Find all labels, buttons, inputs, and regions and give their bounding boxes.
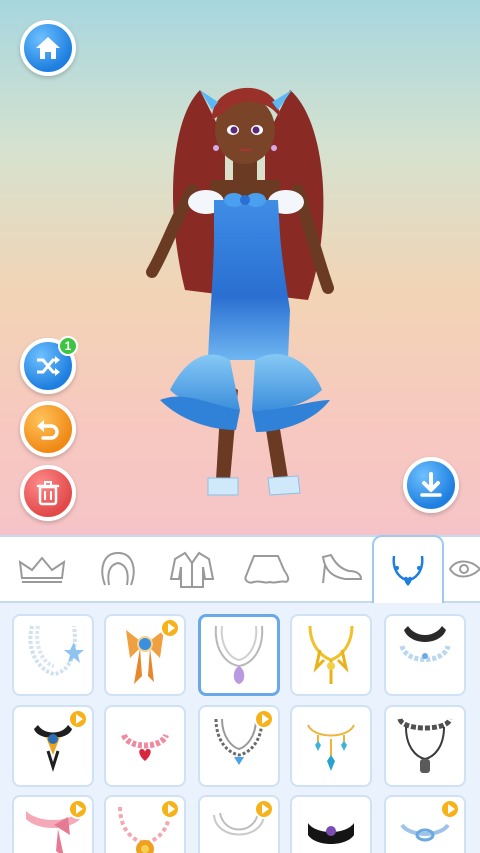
tab-skirts[interactable] [230, 537, 302, 601]
video-unlock-badge[interactable] [254, 799, 274, 819]
item-black-choker[interactable] [12, 705, 94, 787]
shuffle-button[interactable]: 1 [20, 336, 78, 394]
necklace-icon [392, 555, 424, 586]
video-unlock-badge[interactable] [68, 799, 88, 819]
tab-hair[interactable] [82, 537, 154, 601]
crown-icon [18, 556, 66, 583]
undo-button[interactable] [20, 401, 76, 457]
home-button[interactable] [20, 20, 76, 76]
tab-eyes[interactable] [446, 537, 480, 601]
item-gold-necklace[interactable] [290, 614, 372, 696]
item-dark-choker[interactable] [290, 795, 372, 853]
pearl-necklace-icon [28, 625, 84, 677]
delete-button[interactable] [20, 465, 76, 521]
video-unlock-badge[interactable] [440, 799, 460, 819]
item-silver-chain[interactable] [198, 705, 280, 787]
trash-icon [36, 481, 60, 506]
character-doll[interactable] [130, 60, 360, 510]
video-unlock-badge[interactable] [68, 709, 88, 729]
item-choker-pearl[interactable] [384, 614, 466, 696]
item-crystal-drop[interactable] [290, 705, 372, 787]
download-icon [420, 472, 442, 497]
heart-pendant-icon [121, 733, 169, 761]
item-pink-bow[interactable] [12, 795, 94, 853]
shoe-icon [321, 553, 363, 584]
home-icon [36, 37, 60, 59]
hair-icon [101, 551, 135, 586]
item-flower-necklace[interactable] [104, 795, 186, 853]
item-ring-choker[interactable] [384, 795, 466, 853]
item-pearl-necklace[interactable] [12, 614, 94, 696]
item-chain-necklace[interactable] [198, 614, 280, 696]
category-tab-bar [0, 535, 480, 603]
tab-necklaces[interactable] [372, 535, 444, 603]
chain-necklace-icon [214, 625, 264, 684]
tab-shoes[interactable] [304, 537, 376, 601]
download-button[interactable] [403, 457, 459, 513]
item-heart-pendant[interactable] [104, 705, 186, 787]
items-grid [0, 603, 480, 853]
jacket-icon [169, 551, 215, 588]
choker-pearl-icon [399, 626, 451, 662]
undo-icon [37, 420, 59, 440]
dark-choker-icon [308, 823, 354, 844]
dark-chain-icon [397, 717, 453, 773]
tab-crowns[interactable] [6, 537, 78, 601]
eye-icon [448, 560, 480, 578]
video-unlock-badge[interactable] [254, 709, 274, 729]
item-bow-necklace[interactable] [104, 614, 186, 696]
item-dark-chain[interactable] [384, 705, 466, 787]
video-unlock-badge[interactable] [160, 799, 180, 819]
shuffle-icon [37, 356, 60, 376]
video-unlock-badge[interactable] [160, 618, 180, 638]
shuffle-count-badge: 1 [58, 336, 78, 356]
item-silver-layered[interactable] [198, 795, 280, 853]
dress-up-stage: 1 [0, 0, 480, 535]
crystal-drop-icon [307, 724, 355, 771]
tab-tops[interactable] [156, 537, 228, 601]
gold-necklace-icon [308, 625, 354, 684]
skirt-icon [244, 555, 290, 584]
